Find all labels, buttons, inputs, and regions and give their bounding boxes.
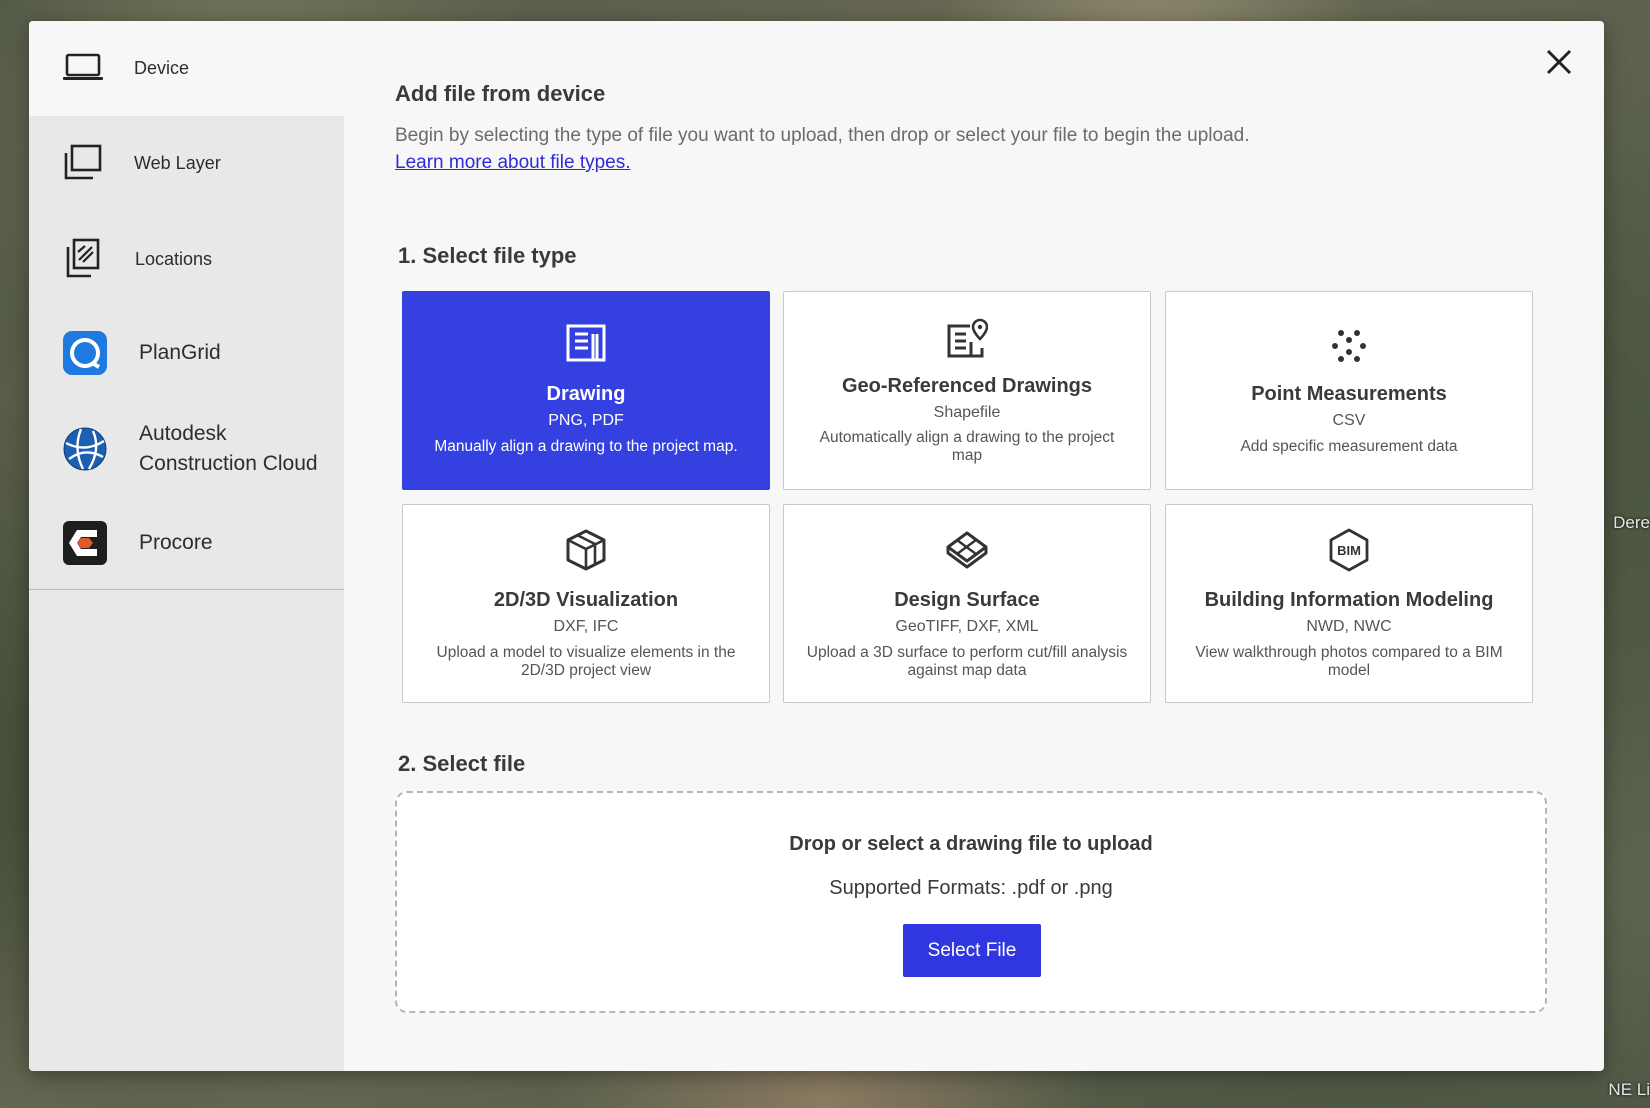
sidebar-item-device[interactable]: Device (29, 21, 344, 116)
source-sidebar: Device Web Layer Locations PlanGrid Auto… (29, 21, 344, 1071)
page-title: Add file from device (395, 81, 606, 106)
sidebar-item-label: Autodesk Construction Cloud (139, 422, 318, 475)
card-title: Geo-Referenced Drawings (841, 375, 1093, 397)
main-panel: Add file from device Begin by selecting … (395, 21, 1604, 1071)
card-title: Design Surface (894, 589, 1040, 611)
map-label-right: Dere (1613, 513, 1650, 532)
card-formats: DXF, IFC (553, 618, 619, 635)
step2-title: 2. Select file (398, 751, 526, 776)
dropzone-title: Drop or select a drawing file to upload (789, 833, 1153, 855)
sidebar-item-procore[interactable]: Procore (29, 496, 344, 589)
sidebar-item-label: Locations (135, 249, 213, 269)
sidebar-item-label: Device (134, 58, 190, 78)
card-description: Upload a model to visualize elements in … (436, 644, 736, 679)
geo-referenced-drawing-icon (784, 318, 1150, 362)
card-formats: CSV (1332, 412, 1366, 429)
sidebar-item-label: Web Layer (134, 153, 221, 173)
map-label-bottom: NE Li (1608, 1080, 1650, 1099)
svg-text:BIM: BIM (1337, 543, 1361, 558)
sidebar-item-plangrid[interactable]: PlanGrid (29, 306, 344, 401)
bim-icon: BIM (1166, 528, 1532, 572)
add-file-modal: Device Web Layer Locations PlanGrid Auto… (29, 21, 1604, 1071)
autodesk-construction-cloud-icon (63, 427, 107, 471)
card-title: Building Information Modeling (1204, 589, 1494, 611)
file-dropzone[interactable]: Drop or select a drawing file to upload … (395, 791, 1547, 1013)
file-type-card-2d-3d-visualization[interactable]: 2D/3D Visualization DXF, IFC Upload a mo… (402, 504, 770, 703)
procore-icon (63, 521, 107, 565)
sidebar-item-label: Procore (139, 531, 213, 554)
locations-icon (63, 238, 103, 278)
card-description: Add specific measurement data (1240, 438, 1458, 455)
card-title: Drawing (546, 383, 626, 405)
sidebar-item-autodesk-construction-cloud[interactable]: Autodesk Construction Cloud (29, 401, 344, 496)
card-description: Upload a 3D surface to perform cut/fill … (806, 644, 1128, 679)
select-file-button[interactable]: Select File (903, 924, 1041, 977)
sidebar-item-web-layer[interactable]: Web Layer (29, 116, 344, 211)
card-title: Point Measurements (1251, 383, 1447, 405)
plangrid-icon (63, 331, 107, 375)
file-type-card-design-surface[interactable]: Design Surface GeoTIFF, DXF, XML Upload … (783, 504, 1151, 703)
card-formats: NWD, NWC (1306, 618, 1392, 635)
sidebar-item-label: PlanGrid (139, 341, 221, 364)
card-formats: Shapefile (933, 404, 1001, 421)
card-title: 2D/3D Visualization (493, 589, 679, 611)
source-list: Device Web Layer Locations PlanGrid Auto… (29, 21, 344, 590)
card-description: Automatically align a drawing to the pro… (819, 429, 1115, 464)
file-type-grid: Drawing PNG, PDF Manually align a drawin… (402, 291, 1533, 707)
file-type-card-geo-referenced-drawings[interactable]: Geo-Referenced Drawings Shapefile Automa… (783, 291, 1151, 490)
file-type-card-drawing[interactable]: Drawing PNG, PDF Manually align a drawin… (402, 291, 770, 490)
cube-icon (403, 529, 769, 573)
drawing-icon (403, 324, 769, 368)
card-description: Manually align a drawing to the project … (434, 438, 738, 455)
design-surface-icon (784, 531, 1150, 575)
card-formats: GeoTIFF, DXF, XML (895, 618, 1039, 635)
card-formats: PNG, PDF (548, 412, 624, 429)
point-measurements-icon (1166, 330, 1532, 374)
step1-title: 1. Select file type (398, 243, 577, 268)
page-description: Begin by selecting the type of file you … (395, 125, 1250, 146)
laptop-icon (63, 48, 103, 88)
file-type-card-building-information-modeling[interactable]: BIM Building Information Modeling NWD, N… (1165, 504, 1533, 703)
supported-formats: Supported Formats: .pdf or .png (829, 877, 1113, 899)
web-layer-icon (63, 142, 103, 182)
card-description: View walkthrough photos compared to a BI… (1195, 644, 1503, 679)
file-type-card-point-measurements[interactable]: Point Measurements CSV Add specific meas… (1165, 291, 1533, 490)
learn-more-link[interactable]: Learn more about file types. (395, 152, 631, 174)
sidebar-item-locations[interactable]: Locations (29, 211, 344, 306)
